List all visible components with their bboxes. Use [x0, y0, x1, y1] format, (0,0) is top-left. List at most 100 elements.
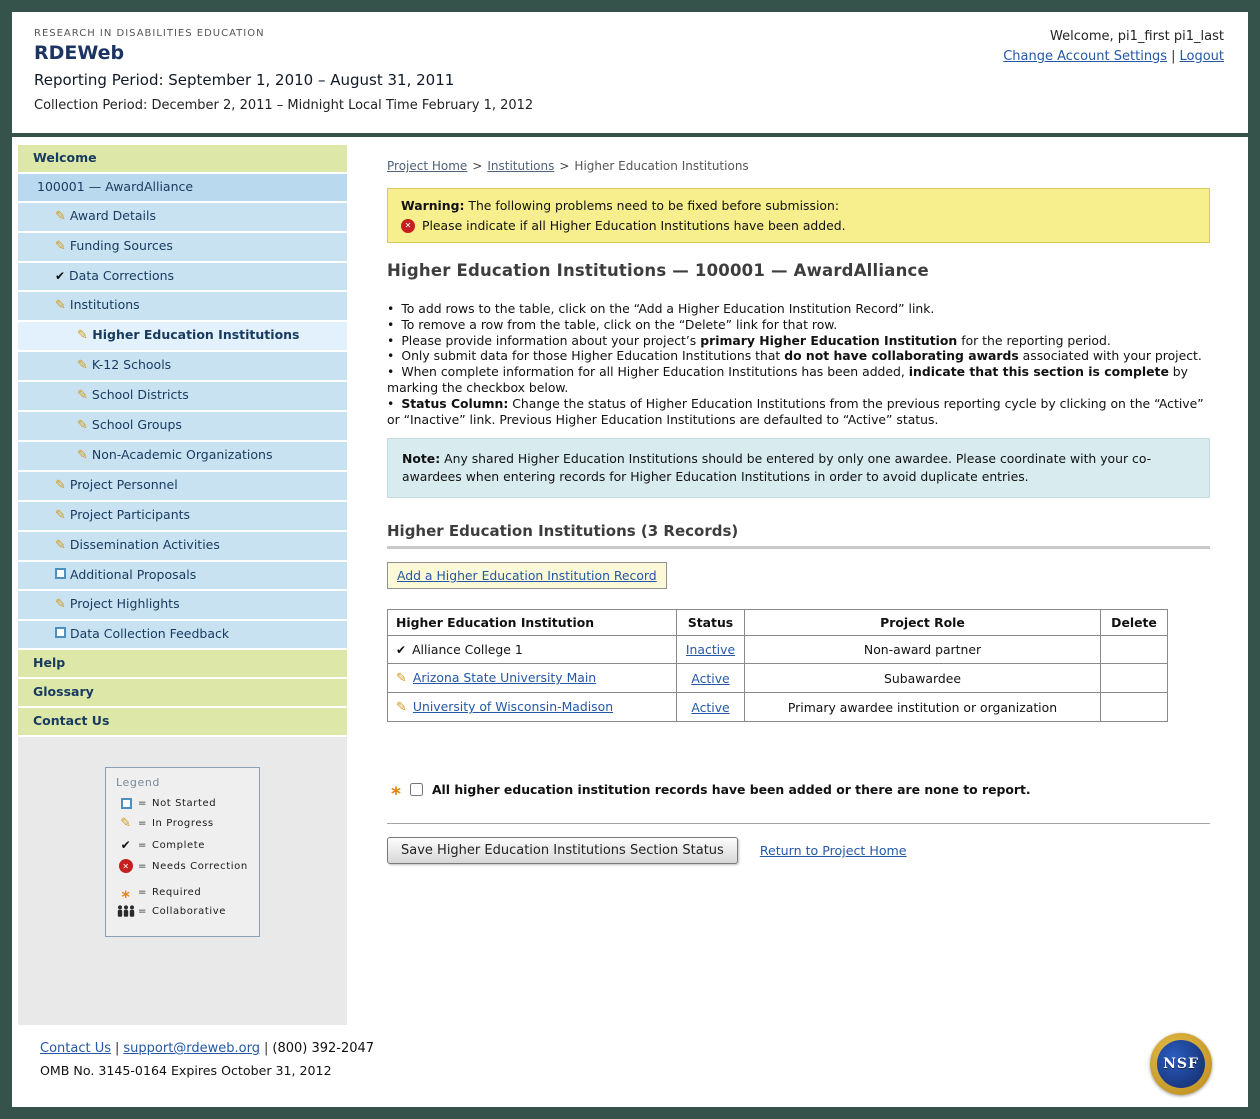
instruction-item: Only submit data for those Higher Educat…	[387, 348, 1210, 364]
nsf-logo-text: NSF	[1157, 1040, 1205, 1088]
pencil-icon	[77, 357, 88, 374]
warning-error-line: Please indicate if all Higher Education …	[401, 218, 1196, 233]
records-section-heading: Higher Education Institutions (3 Records…	[387, 522, 1210, 540]
sidebar-item-label: Award Details	[70, 208, 156, 223]
pencil-icon	[55, 477, 66, 494]
status-link[interactable]: Active	[691, 671, 729, 686]
sidebar-item-project-participants[interactable]: Project Participants	[18, 502, 347, 532]
sidebar-item-project-highlights[interactable]: Project Highlights	[18, 591, 347, 621]
sidebar-item-award[interactable]: 100001 — AwardAlliance	[18, 174, 347, 203]
column-header-institution: Higher Education Institution	[388, 610, 677, 636]
note-text: Any shared Higher Education Institutions…	[402, 451, 1151, 484]
sidebar: Welcome 100001 — AwardAlliance Award Det…	[18, 145, 347, 1025]
sidebar-item-welcome[interactable]: Welcome	[18, 145, 347, 174]
institution-name-link[interactable]: Arizona State University Main	[413, 670, 596, 685]
in-progress-icon	[396, 670, 407, 686]
separator: |	[264, 1041, 268, 1056]
save-section-status-button[interactable]: Save Higher Education Institutions Secti…	[387, 837, 738, 864]
section-complete-checkbox[interactable]	[410, 783, 423, 796]
sidebar-item-label: Dissemination Activities	[70, 537, 220, 552]
legend-row: = Complete	[116, 838, 249, 852]
header: RESEARCH IN DISABILITIES EDUCATION RDEWe…	[12, 12, 1248, 133]
sidebar-item-school-districts[interactable]: School Districts	[18, 382, 347, 412]
status-link[interactable]: Inactive	[686, 642, 735, 657]
separator: |	[1171, 49, 1175, 64]
warning-message: Warning: The following problems need to …	[401, 198, 1196, 213]
legend-label: Complete	[152, 840, 205, 851]
instruction-item: Please provide information about your pr…	[387, 333, 1210, 349]
footer: Contact Us | support@rdeweb.org | (800) 392-…	[12, 1025, 1248, 1107]
required-icon	[391, 789, 401, 799]
add-record-button[interactable]: Add a Higher Education Institution Recor…	[387, 562, 667, 589]
pencil-icon	[55, 297, 66, 314]
institution-name-link[interactable]: University of Wisconsin-Madison	[413, 699, 613, 714]
sidebar-item-label: Additional Proposals	[70, 567, 196, 582]
sidebar-item-glossary[interactable]: Glossary	[18, 679, 347, 708]
warning-box: Warning: The following problems need to …	[387, 188, 1210, 243]
delete-cell	[1101, 693, 1168, 722]
breadcrumb-separator: >	[559, 159, 569, 173]
legend-row: = Not Started	[116, 798, 249, 809]
sidebar-item-award-details[interactable]: Award Details	[18, 203, 347, 233]
sidebar-item-label: Data Corrections	[69, 268, 174, 283]
sidebar-background: Legend = Not Started = In Progress	[18, 737, 347, 1025]
actions-row: Save Higher Education Institutions Secti…	[387, 837, 1210, 864]
return-to-project-home-link[interactable]: Return to Project Home	[760, 843, 907, 858]
sidebar-item-contact-us[interactable]: Contact Us	[18, 708, 347, 737]
sidebar-item-higher-education-institutions[interactable]: Higher Education Institutions	[18, 322, 347, 352]
sidebar-item-data-corrections[interactable]: Data Corrections	[18, 263, 347, 292]
sidebar-item-dissemination-activities[interactable]: Dissemination Activities	[18, 532, 347, 562]
status-link[interactable]: Active	[691, 700, 729, 715]
status-cell: Active	[677, 664, 745, 693]
footer-links: Contact Us | support@rdeweb.org | (800) 392-…	[40, 1041, 1248, 1056]
institution-cell: University of Wisconsin-Madison	[388, 693, 677, 722]
separator: |	[115, 1041, 119, 1056]
status-cell: Active	[677, 693, 745, 722]
pencil-icon	[77, 417, 88, 434]
note-title: Note:	[402, 451, 440, 466]
omb-notice: OMB No. 3145-0164 Expires October 31, 20…	[40, 1063, 1248, 1078]
instruction-item: Status Column: Change the status of High…	[387, 396, 1210, 428]
breadcrumb-institutions-link[interactable]: Institutions	[487, 159, 554, 173]
logout-link[interactable]: Logout	[1179, 49, 1224, 64]
footer-contact-link[interactable]: Contact Us	[40, 1041, 111, 1056]
legend-row: = In Progress	[116, 816, 249, 831]
footer-email-link[interactable]: support@rdeweb.org	[123, 1041, 260, 1056]
complete-icon	[121, 838, 132, 852]
sidebar-item-k12-schools[interactable]: K-12 Schools	[18, 352, 347, 382]
sidebar-item-project-personnel[interactable]: Project Personnel	[18, 472, 347, 502]
pencil-icon	[55, 596, 66, 613]
sidebar-item-institutions[interactable]: Institutions	[18, 292, 347, 322]
table-header-row: Higher Education Institution Status Proj…	[388, 610, 1168, 636]
footer-phone: (800) 392-2047	[272, 1041, 374, 1056]
breadcrumb-project-home-link[interactable]: Project Home	[387, 159, 467, 173]
welcome-user: Welcome, pi1_first pi1_last	[1003, 29, 1224, 44]
sidebar-item-label: School Groups	[92, 417, 182, 432]
sidebar-item-data-collection-feedback[interactable]: Data Collection Feedback	[18, 621, 347, 650]
error-icon	[401, 219, 415, 233]
required-icon	[122, 892, 131, 902]
completion-label: All higher education institution records…	[432, 782, 1031, 797]
table-row: University of Wisconsin-Madison Active P…	[388, 693, 1168, 722]
instruction-item: To add rows to the table, click on the “…	[387, 301, 1210, 317]
completion-row: All higher education institution records…	[391, 782, 1210, 797]
legend-label: Collaborative	[152, 906, 226, 917]
legend-label: Not Started	[152, 798, 216, 809]
legend-title: Legend	[116, 776, 249, 789]
add-record-link[interactable]: Add a Higher Education Institution Recor…	[397, 568, 657, 583]
sidebar-item-label: Data Collection Feedback	[70, 626, 229, 641]
equals-sign: =	[138, 818, 147, 829]
not-started-icon	[55, 568, 66, 579]
sidebar-item-funding-sources[interactable]: Funding Sources	[18, 233, 347, 263]
sidebar-item-label: K-12 Schools	[92, 357, 171, 372]
instruction-item: When complete information for all Higher…	[387, 364, 1210, 396]
needs-correction-icon	[119, 859, 133, 873]
sidebar-item-help[interactable]: Help	[18, 650, 347, 679]
equals-sign: =	[138, 887, 147, 898]
change-account-settings-link[interactable]: Change Account Settings	[1003, 49, 1167, 64]
sidebar-item-label: School Districts	[92, 387, 189, 402]
sidebar-item-non-academic-organizations[interactable]: Non-Academic Organizations	[18, 442, 347, 472]
equals-sign: =	[138, 861, 147, 872]
sidebar-item-additional-proposals[interactable]: Additional Proposals	[18, 562, 347, 591]
sidebar-item-school-groups[interactable]: School Groups	[18, 412, 347, 442]
